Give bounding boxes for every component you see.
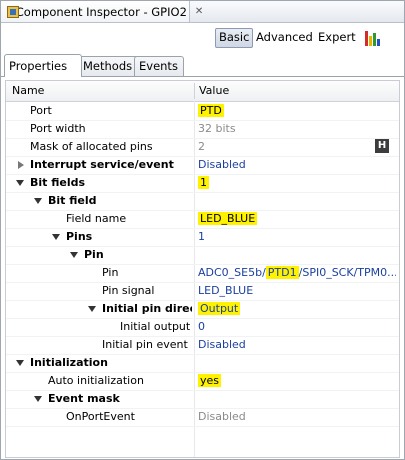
view-titlebar: *Component Inspector - GPIO2 ✕	[1, 1, 404, 23]
table-row[interactable]: Initial pin event Disabled	[6, 336, 399, 355]
table-row[interactable]: Initial pin direction Output	[6, 300, 399, 319]
property-name: Mask of allocated pins	[30, 140, 153, 153]
mask-editor-button[interactable]: H	[375, 139, 389, 153]
advanced-mode-button[interactable]: Advanced	[253, 28, 316, 46]
component-inspector-view: *Component Inspector - GPIO2 ✕ Basic Adv…	[0, 0, 405, 460]
property-value[interactable]: yes	[198, 374, 222, 387]
pin-value-prefix: ADC0_SE5b/	[198, 266, 266, 279]
property-name: Initial output	[120, 320, 191, 333]
pin-value-highlight: PTD1	[265, 266, 299, 279]
property-name: Bit fields	[30, 176, 86, 189]
table-row[interactable]: Pins 1	[6, 228, 399, 247]
table-row[interactable]: Field name LED_BLUE	[6, 210, 399, 229]
property-value[interactable]: PTD	[198, 104, 224, 117]
collapse-icon[interactable]	[16, 360, 24, 366]
property-value: 2	[198, 140, 205, 153]
property-value[interactable]: 1	[198, 176, 209, 189]
property-name: Bit field	[48, 194, 97, 207]
property-name: OnPortEvent	[66, 410, 135, 423]
property-name: Pin	[84, 248, 104, 261]
inspector-page-tabs: Properties Methods Events	[1, 54, 404, 77]
property-name: Pins	[66, 230, 93, 243]
table-row[interactable]: OnPortEvent Disabled	[6, 408, 399, 427]
bar-chart-icon[interactable]	[365, 30, 383, 46]
view-tab-title: *Component Inspector - GPIO2	[10, 4, 187, 19]
property-name: Auto initialization	[48, 374, 144, 387]
table-row[interactable]: Interrupt service/event Disabled	[6, 156, 399, 175]
property-value[interactable]: LED_BLUE	[198, 282, 396, 300]
table-row[interactable]: Event mask	[6, 390, 399, 409]
property-name: Initial pin direction	[102, 302, 192, 315]
property-name: Event mask	[48, 392, 120, 405]
table-header: Name Value	[6, 81, 399, 102]
close-icon[interactable]: ✕	[195, 6, 203, 17]
property-value[interactable]: 0	[198, 318, 396, 336]
collapse-icon[interactable]	[16, 180, 24, 186]
table-row[interactable]: Port width 32 bits	[6, 120, 399, 139]
property-value[interactable]: Disabled	[198, 336, 396, 354]
table-row[interactable]: Pin ADC0_SE5b/PTD1/SPI0_SCK/TPM0...	[6, 264, 399, 283]
table-row[interactable]: Bit fields 1	[6, 174, 399, 193]
expert-mode-button[interactable]: Expert	[315, 28, 359, 46]
property-value[interactable]: Output	[198, 302, 241, 315]
expand-icon[interactable]	[18, 161, 24, 169]
column-header-name[interactable]: Name	[12, 81, 44, 101]
collapse-icon[interactable]	[88, 306, 96, 312]
table-row[interactable]: Initialization	[6, 354, 399, 373]
column-header-value[interactable]: Value	[199, 81, 229, 101]
collapse-icon[interactable]	[34, 396, 42, 402]
property-value: 32 bits	[198, 122, 236, 135]
property-name: Interrupt service/event	[30, 158, 174, 171]
view-tab-component-inspector[interactable]: *Component Inspector - GPIO2 ✕	[1, 1, 203, 22]
table-row[interactable]: Mask of allocated pins 2 H	[6, 138, 399, 157]
property-name: Port width	[30, 122, 86, 135]
table-row[interactable]: Initial output 0	[6, 318, 399, 337]
property-name: Pin	[102, 266, 119, 279]
property-name: Pin signal	[102, 284, 155, 297]
table-row[interactable]: Auto initialization yes	[6, 372, 399, 391]
tab-properties[interactable]: Properties	[4, 54, 82, 77]
property-name: Field name	[66, 212, 127, 225]
table-row[interactable]: Pin	[6, 246, 399, 265]
property-value: Disabled	[198, 410, 246, 423]
property-value[interactable]: LED_BLUE	[198, 212, 258, 225]
property-value[interactable]: ADC0_SE5b/PTD1/SPI0_SCK/TPM0...	[198, 264, 396, 282]
property-name: Initial pin event	[102, 338, 188, 351]
collapse-icon[interactable]	[70, 252, 78, 258]
properties-table: Name Value Port PTD Port width 32 bits M…	[5, 80, 400, 458]
property-name: Port	[30, 104, 52, 117]
pin-value-suffix: /SPI0_SCK/TPM0...	[298, 266, 396, 279]
basic-mode-button[interactable]: Basic	[215, 28, 254, 48]
property-value[interactable]: Disabled	[198, 156, 396, 174]
table-row[interactable]: Bit field	[6, 192, 399, 211]
tab-events[interactable]: Events	[134, 56, 184, 76]
collapse-icon[interactable]	[34, 198, 42, 204]
inspector-toolbar: Basic Advanced Expert	[1, 23, 404, 51]
property-name: Initialization	[30, 356, 108, 369]
tab-methods[interactable]: Methods	[78, 56, 142, 76]
table-row[interactable]: Port PTD	[6, 102, 399, 121]
collapse-icon[interactable]	[52, 234, 60, 240]
table-row[interactable]: Pin signal LED_BLUE	[6, 282, 399, 301]
property-value[interactable]: 1	[198, 228, 396, 246]
